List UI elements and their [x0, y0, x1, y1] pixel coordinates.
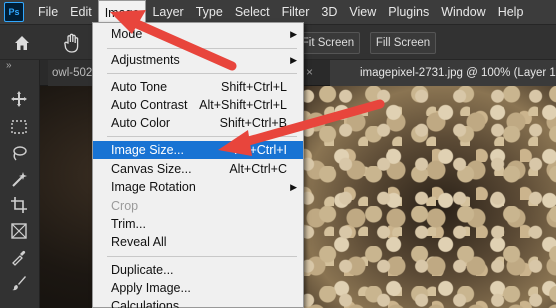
- eyedropper-icon[interactable]: [8, 248, 30, 268]
- menu-item-label: Apply Image...: [111, 281, 191, 295]
- menu-item-auto-color[interactable]: Auto Color Shift+Ctrl+B: [93, 114, 303, 132]
- menu-help[interactable]: Help: [492, 0, 530, 24]
- menu-item-mode[interactable]: Mode ▶: [93, 25, 303, 43]
- menu-type[interactable]: Type: [190, 0, 229, 24]
- menu-item-label: Duplicate...: [111, 263, 174, 277]
- menu-item-trim[interactable]: Trim...: [93, 215, 303, 233]
- marquee-tool-icon[interactable]: [8, 118, 30, 138]
- menu-item-crop: Crop: [93, 197, 303, 215]
- menu-layer[interactable]: Layer: [146, 0, 189, 24]
- magic-wand-icon[interactable]: [8, 170, 30, 190]
- menu-item-label: Auto Contrast: [111, 98, 188, 112]
- menu-item-label: Canvas Size...: [111, 162, 192, 176]
- submenu-arrow-icon: ▶: [290, 182, 297, 192]
- menu-edit[interactable]: Edit: [64, 0, 98, 24]
- close-icon[interactable]: ×: [306, 65, 313, 79]
- shortcut-label: Alt+Shift+Ctrl+L: [199, 98, 287, 112]
- menu-item-label: Trim...: [111, 217, 146, 231]
- menu-separator: [107, 136, 297, 137]
- menu-item-label: Mode: [111, 27, 143, 41]
- menu-item-reveal-all[interactable]: Reveal All: [93, 233, 303, 251]
- menu-3d[interactable]: 3D: [315, 0, 343, 24]
- menu-item-duplicate[interactable]: Duplicate...: [93, 261, 303, 279]
- brush-icon[interactable]: [8, 274, 30, 294]
- menu-item-auto-contrast[interactable]: Auto Contrast Alt+Shift+Ctrl+L: [93, 96, 303, 114]
- menu-item-auto-tone[interactable]: Auto Tone Shift+Ctrl+L: [93, 78, 303, 96]
- menu-item-label: Auto Color: [111, 116, 171, 130]
- menu-separator: [107, 48, 297, 49]
- shortcut-label: Alt+Ctrl+C: [229, 162, 287, 176]
- tools-panel: »: [0, 60, 40, 308]
- shortcut-label: Alt+Ctrl+I: [234, 143, 287, 157]
- menu-item-label: Image Rotation: [111, 180, 196, 194]
- menu-file[interactable]: File: [32, 0, 64, 24]
- photoshop-logo: Ps: [4, 2, 24, 22]
- frame-tool-icon[interactable]: [8, 222, 30, 242]
- menu-item-label: Auto Tone: [111, 80, 168, 94]
- lasso-tool-icon[interactable]: [8, 144, 30, 164]
- home-icon[interactable]: [12, 33, 32, 53]
- canvas-image-texture: [300, 86, 556, 308]
- menu-plugins[interactable]: Plugins: [382, 0, 435, 24]
- menu-window[interactable]: Window: [435, 0, 491, 24]
- menu-item-apply-image[interactable]: Apply Image...: [93, 279, 303, 297]
- fit-screen-button[interactable]: Fit Screen: [296, 32, 360, 54]
- tab-imagepixel[interactable]: imagepixel-2731.jpg @ 100% (Layer 1, RGB: [330, 60, 556, 86]
- menu-separator: [107, 256, 297, 257]
- collapse-icon[interactable]: »: [6, 60, 12, 71]
- menu-view[interactable]: View: [343, 0, 382, 24]
- menu-item-calculations[interactable]: Calculations...: [93, 297, 303, 308]
- fill-screen-button[interactable]: Fill Screen: [370, 32, 436, 54]
- menu-bar: Ps File Edit Image Layer Type Select Fil…: [0, 0, 556, 24]
- hand-icon[interactable]: [62, 32, 82, 53]
- menu-item-canvas-size[interactable]: Canvas Size... Alt+Ctrl+C: [93, 160, 303, 178]
- menu-filter[interactable]: Filter: [276, 0, 316, 24]
- menu-select[interactable]: Select: [229, 0, 276, 24]
- menu-item-image-rotation[interactable]: Image Rotation ▶: [93, 178, 303, 196]
- menu-item-label: Reveal All: [111, 235, 167, 249]
- shortcut-label: Shift+Ctrl+L: [220, 80, 287, 94]
- menu-item-label: Crop: [111, 199, 139, 213]
- menu-item-label: Calculations...: [111, 299, 190, 308]
- crop-tool-icon[interactable]: [8, 196, 30, 216]
- submenu-arrow-icon: ▶: [290, 29, 297, 39]
- move-tool-icon[interactable]: [8, 90, 30, 110]
- menu-item-image-size[interactable]: Image Size... Alt+Ctrl+I: [93, 141, 303, 159]
- menu-image[interactable]: Image: [97, 0, 147, 24]
- menu-item-label: Adjustments: [111, 53, 180, 67]
- image-menu-dropdown: Mode ▶ Adjustments ▶ Auto Tone Shift+Ctr…: [92, 22, 304, 308]
- submenu-arrow-icon: ▶: [290, 55, 297, 65]
- menu-item-adjustments[interactable]: Adjustments ▶: [93, 51, 303, 69]
- menu-separator: [107, 73, 297, 74]
- menu-item-label: Image Size...: [111, 143, 184, 157]
- shortcut-label: Shift+Ctrl+B: [219, 116, 287, 130]
